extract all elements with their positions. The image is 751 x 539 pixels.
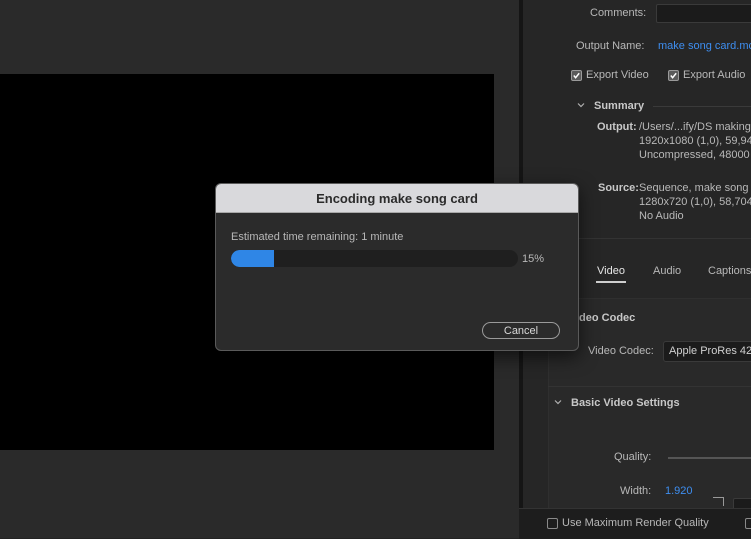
summary-source-line: 1280x720 (1,0), 58,704 (639, 196, 751, 208)
video-codec-section-title: ideo Codec (576, 312, 636, 324)
checkbox-checked-icon (571, 69, 582, 81)
summary-divider (653, 106, 751, 107)
width-value[interactable]: 1.920 (665, 485, 693, 497)
summary-output-line: Uncompressed, 48000 (639, 149, 750, 161)
dialog-titlebar[interactable]: Encoding make song card (216, 184, 578, 213)
tab-video-underline (596, 281, 626, 283)
progress-percent: 15% (522, 253, 545, 265)
estimated-time-text: Estimated time remaining: 1 minute (231, 231, 404, 243)
checkbox-checked-icon (668, 69, 679, 81)
chevron-down-icon[interactable] (577, 101, 585, 109)
cancel-button[interactable]: Cancel (482, 322, 560, 339)
max-render-quality-checkbox[interactable]: Use Maximum Render Quality (547, 517, 709, 529)
summary-output-line: /Users/...ify/DS making (639, 121, 751, 133)
quality-slider[interactable] (668, 457, 751, 459)
video-codec-dropdown[interactable]: Apple ProRes 422 (663, 341, 751, 362)
tab-captions[interactable]: Captions (708, 265, 751, 277)
output-name-link[interactable]: make song card.mc (658, 40, 751, 52)
export-audio-checkbox[interactable]: Export Audio (668, 69, 745, 81)
height-field[interactable] (733, 498, 751, 508)
dialog-title: Encoding make song card (316, 190, 478, 206)
progress-bar (231, 250, 518, 267)
width-label: Width: (620, 485, 652, 497)
export-video-label: Export Video (586, 69, 649, 81)
bottom-bar: Use Maximum Render Quality (519, 508, 751, 539)
summary-output-line: 1920x1080 (1,0), 59,94 (639, 135, 751, 147)
output-name-label: Output Name: (576, 40, 645, 52)
link-bracket-icon (713, 497, 724, 506)
summary-source-label: Source: (598, 182, 639, 194)
encoding-dialog: Encoding make song card Estimated time r… (215, 183, 579, 351)
comments-label: Comments: (590, 7, 647, 19)
export-audio-label: Export Audio (683, 69, 746, 81)
export-video-checkbox[interactable]: Export Video (571, 69, 649, 81)
progress-fill (231, 250, 274, 267)
video-codec-label: Video Codec: (588, 345, 654, 357)
checkbox-unchecked-icon (547, 517, 558, 529)
checkbox-unchecked-icon[interactable] (745, 518, 751, 529)
summary-output-label: Output: (597, 121, 637, 133)
summary-title: Summary (594, 100, 645, 112)
section-divider (548, 386, 751, 387)
tab-video[interactable]: Video (597, 265, 625, 277)
cancel-button-label: Cancel (503, 324, 539, 337)
summary-source-line: No Audio (639, 210, 684, 222)
max-render-quality-label: Use Maximum Render Quality (562, 517, 709, 529)
chevron-down-icon[interactable] (554, 398, 562, 406)
summary-source-line: Sequence, make song c (639, 182, 751, 194)
comments-field[interactable] (656, 4, 751, 23)
quality-label: Quality: (614, 451, 652, 463)
tab-audio[interactable]: Audio (653, 265, 681, 277)
basic-video-settings-title: Basic Video Settings (571, 397, 680, 409)
video-codec-value: Apple ProRes 422 (669, 345, 751, 357)
